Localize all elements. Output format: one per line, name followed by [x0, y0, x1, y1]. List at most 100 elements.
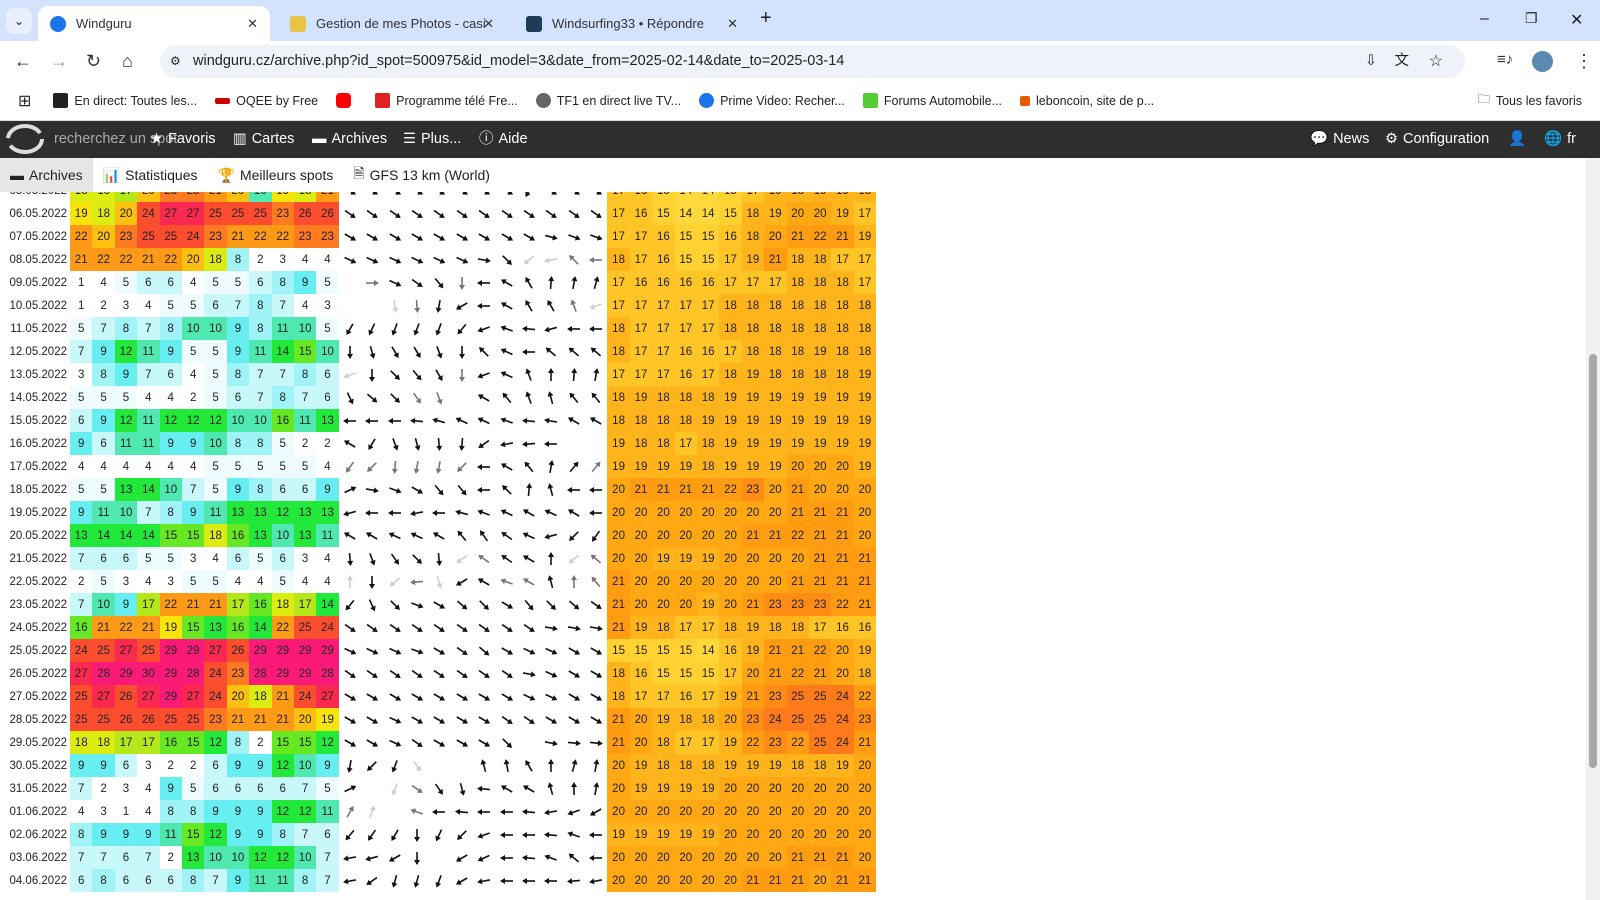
- tab-search-button[interactable]: ⌄: [6, 8, 32, 34]
- wind-arrow-icon: [344, 647, 357, 655]
- back-icon[interactable]: ←: [14, 51, 32, 72]
- bookmark-label: En direct: Toutes les...: [74, 93, 198, 108]
- wind-arrow-icon: [388, 853, 401, 862]
- bookmark-item[interactable]: Programme télé Fre...: [375, 93, 518, 108]
- bookmark-item[interactable]: Forums Automobile...: [862, 93, 1002, 108]
- wind-arrow-icon: [522, 417, 536, 424]
- wind-arrow-icon: [523, 255, 535, 264]
- row-date: 08.05.2022: [9, 253, 67, 266]
- temperature-cell: 19: [808, 340, 832, 363]
- home-icon[interactable]: ⌂: [122, 51, 133, 72]
- temperature-cell: 20: [652, 800, 675, 823]
- media-icon[interactable]: ≡♪: [1497, 51, 1513, 68]
- archives-link[interactable]: ▬ Archives: [312, 121, 387, 158]
- temperature-cell: 20: [764, 777, 787, 800]
- language-selector[interactable]: 🌐 fr: [1544, 121, 1576, 158]
- wind-speed-cell: 13: [204, 616, 227, 639]
- bookmark-item[interactable]: OQEE by Free: [215, 94, 318, 108]
- all-bookmarks[interactable]: 🗀 Tous les favoris: [1477, 90, 1582, 111]
- user-icon[interactable]: 👤: [1508, 121, 1526, 158]
- subtab-model[interactable]: 🗎 GFS 13 km (World): [343, 158, 500, 192]
- wind-direction-cell: [361, 754, 383, 777]
- wind-direction-cell: [406, 409, 428, 432]
- tab-windguru[interactable]: Windguru ✕: [38, 6, 270, 41]
- bookmark-item[interactable]: Prime Video: Recher...: [699, 93, 845, 108]
- close-tab-icon[interactable]: ✕: [727, 16, 738, 32]
- wind-speed-cell: 4: [137, 386, 160, 409]
- scrollbar-thumb[interactable]: [1589, 354, 1597, 768]
- new-tab-button[interactable]: +: [760, 7, 772, 30]
- bookmark-item[interactable]: TF1 en direct live TV...: [535, 93, 681, 108]
- wind-speed-cell: 28: [92, 662, 115, 685]
- subtab-meilleurs-spots[interactable]: 🏆 Meilleurs spots: [208, 158, 344, 192]
- news-link[interactable]: 💬 News: [1310, 121, 1369, 158]
- wind-arrow-icon: [366, 692, 379, 701]
- tab-windsurfing33[interactable]: Windsurfing33 • Répondre ✕: [514, 6, 750, 41]
- profile-avatar[interactable]: [1532, 51, 1553, 72]
- wind-speed-cell: 5: [249, 455, 272, 478]
- tab-photos[interactable]: Gestion de mes Photos - casima ✕: [278, 6, 506, 41]
- wind-arrow-icon: [522, 808, 536, 815]
- close-tab-icon[interactable]: ✕: [247, 16, 258, 32]
- wind-arrow-icon: [478, 669, 490, 678]
- aide-link[interactable]: ⓘ Aide: [479, 121, 528, 158]
- url-input[interactable]: ⚙ windguru.cz/archive.php?id_spot=500975…: [160, 45, 1465, 78]
- wind-arrow-icon: [345, 461, 354, 473]
- wind-arrow-icon: [525, 276, 533, 289]
- favoris-link[interactable]: ★ Favoris: [150, 121, 216, 158]
- temperature-cell: 19: [741, 754, 765, 777]
- subtab-statistiques[interactable]: 📊 Statistiques: [93, 158, 208, 192]
- wind-arrow-icon: [501, 254, 512, 265]
- wind-arrow-icon: [589, 302, 603, 310]
- translate-icon[interactable]: 文: [1395, 45, 1410, 78]
- bookmark-star-icon[interactable]: ☆: [1429, 45, 1443, 78]
- wind-arrow-icon: [500, 416, 513, 424]
- install-icon[interactable]: ⇩: [1365, 45, 1377, 78]
- wind-direction-cell: [518, 777, 540, 800]
- youtube-bookmark[interactable]: [336, 93, 357, 108]
- wind-direction-cell: [406, 340, 428, 363]
- temperature-cell: 19: [696, 547, 720, 570]
- wind-direction-cell: [361, 455, 383, 478]
- windguru-logo-icon[interactable]: [5, 124, 45, 155]
- restore-button[interactable]: ❐: [1525, 10, 1538, 27]
- wind-direction-cell: [495, 823, 517, 846]
- wind-speed-cell: 1: [70, 294, 93, 317]
- wind-direction-cell: [473, 731, 495, 754]
- cartes-link[interactable]: ▥ Cartes: [233, 121, 294, 158]
- wind-direction-cell: [361, 432, 383, 455]
- bookmark-item[interactable]: leboncoin, site de p...: [1020, 94, 1154, 108]
- wind-speed-cell: 7: [271, 294, 294, 317]
- wind-speed-cell: 5: [204, 340, 227, 363]
- wind-direction-cell: [563, 202, 585, 225]
- wind-direction-cell: [428, 869, 450, 892]
- wind-direction-cell: [473, 271, 495, 294]
- wind-arrow-icon: [411, 192, 424, 195]
- apps-icon[interactable]: ⊞: [18, 91, 31, 111]
- wind-speed-cell: 9: [226, 478, 250, 501]
- close-tab-icon[interactable]: ✕: [483, 16, 494, 32]
- wind-arrow-icon: [366, 715, 379, 724]
- wind-arrow-icon: [434, 623, 446, 632]
- wind-speed-cell: 9: [226, 800, 250, 823]
- temperature-cell: 20: [764, 570, 787, 593]
- wind-direction-cell: [585, 363, 607, 386]
- bookmark-item[interactable]: En direct: Toutes les...: [53, 93, 197, 108]
- temperature-cell: 21: [764, 869, 787, 892]
- minimize-button[interactable]: –: [1480, 10, 1489, 28]
- close-window-button[interactable]: ✕: [1570, 10, 1583, 30]
- subtab-archives[interactable]: ▬ Archives: [0, 158, 93, 192]
- temperature-cell: 18: [696, 754, 720, 777]
- configuration-link[interactable]: ⚙ Configuration: [1385, 121, 1489, 158]
- page-scrollbar[interactable]: [1586, 158, 1600, 900]
- wind-arrow-icon: [500, 508, 513, 516]
- wind-direction-cell: [383, 409, 405, 432]
- temperature-cell: 20: [629, 593, 653, 616]
- site-info-icon[interactable]: ⚙: [170, 45, 181, 78]
- forward-icon[interactable]: →: [50, 51, 68, 72]
- temperature-cell: 17: [652, 363, 675, 386]
- menu-icon[interactable]: ⋮: [1575, 51, 1593, 72]
- reload-icon[interactable]: ↻: [86, 51, 101, 72]
- plus-menu[interactable]: ☰ Plus...: [403, 121, 461, 158]
- wind-arrow-icon: [391, 460, 398, 474]
